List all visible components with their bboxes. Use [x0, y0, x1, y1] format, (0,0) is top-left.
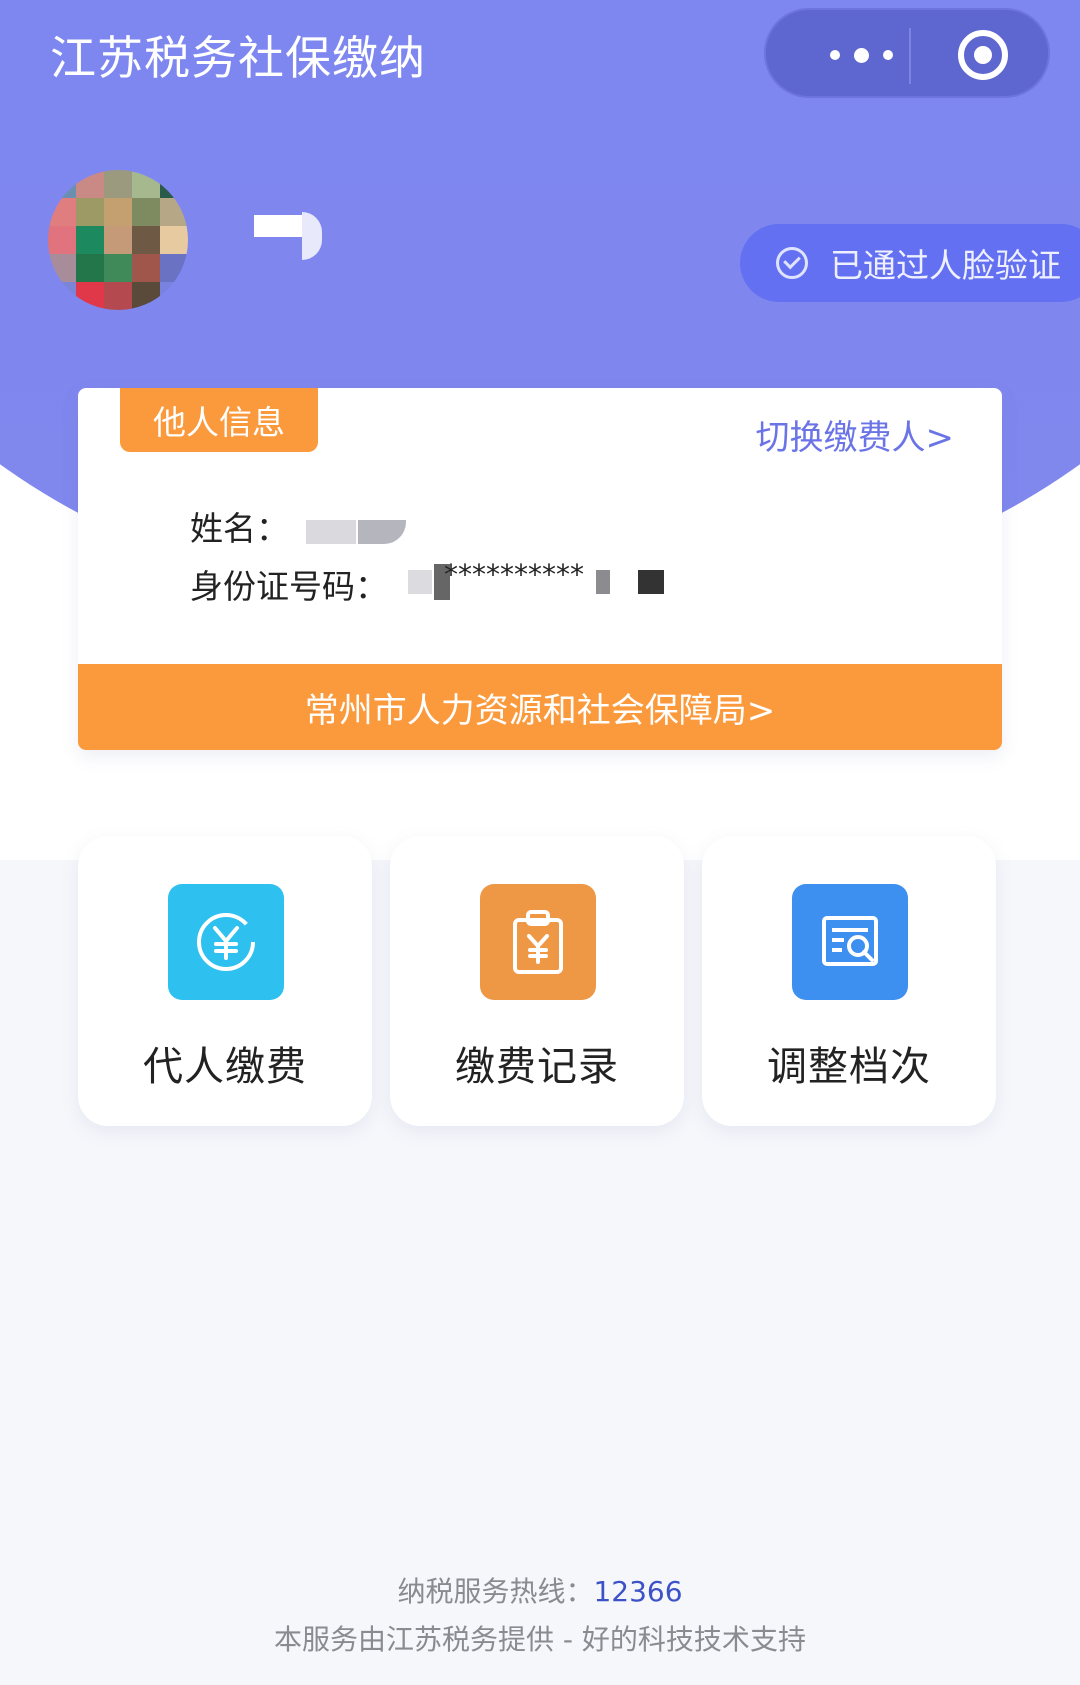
yuan-circle-icon [168, 884, 284, 1000]
avatar [48, 170, 188, 310]
document-search-icon [792, 884, 908, 1000]
id-mask-d [638, 570, 664, 594]
name-value-masked-2 [358, 520, 406, 544]
support-text: 本服务由江苏税务提供 - 好的科技技术支持 [274, 1623, 806, 1656]
tile-proxy-payment[interactable]: 代人缴费 [78, 836, 372, 1126]
target-circle-icon[interactable] [958, 30, 1008, 80]
id-mask-c [596, 570, 610, 594]
action-tiles: 代人缴费 缴费记录 调整档次 [78, 836, 1002, 1126]
tile-label: 缴费记录 [455, 1044, 619, 1090]
hotline-number[interactable]: 12366 [593, 1575, 682, 1608]
app-title: 江苏税务社保缴纳 [50, 31, 426, 85]
tile-payment-records[interactable]: 缴费记录 [390, 836, 684, 1126]
name-label: 姓名： [190, 509, 289, 548]
check-circle-icon [776, 247, 808, 279]
hotline-line: 纳税服务热线：12366 [0, 1570, 1080, 1610]
other-info-tag: 他人信息 [120, 388, 318, 452]
id-number-stars: ********** [444, 558, 584, 591]
mini-program-capsule [764, 8, 1050, 98]
user-name-masked [250, 212, 322, 260]
tile-label: 代人缴费 [143, 1044, 307, 1090]
hotline-label: 纳税服务热线： [397, 1575, 594, 1608]
switch-payer-link[interactable]: 切换缴费人> [756, 410, 955, 459]
face-verified-label: 已通过人脸验证 [830, 246, 1061, 285]
id-mask-a [408, 570, 432, 594]
bureau-link[interactable]: 常州市人力资源和社会保障局> [78, 664, 1002, 750]
face-verified-badge: 已通过人脸验证 [740, 224, 1080, 302]
payer-info-card: 他人信息 切换缴费人> 姓名： 身份证号码： ********** 常州市人力资… [78, 388, 1002, 750]
tile-label: 调整档次 [767, 1044, 931, 1090]
name-value-masked [306, 520, 356, 544]
capsule-divider [909, 28, 911, 84]
clipboard-yuan-icon [480, 884, 596, 1000]
more-dots-icon[interactable] [806, 10, 916, 100]
id-label: 身份证号码： [190, 567, 388, 606]
tile-adjust-level[interactable]: 调整档次 [702, 836, 996, 1126]
